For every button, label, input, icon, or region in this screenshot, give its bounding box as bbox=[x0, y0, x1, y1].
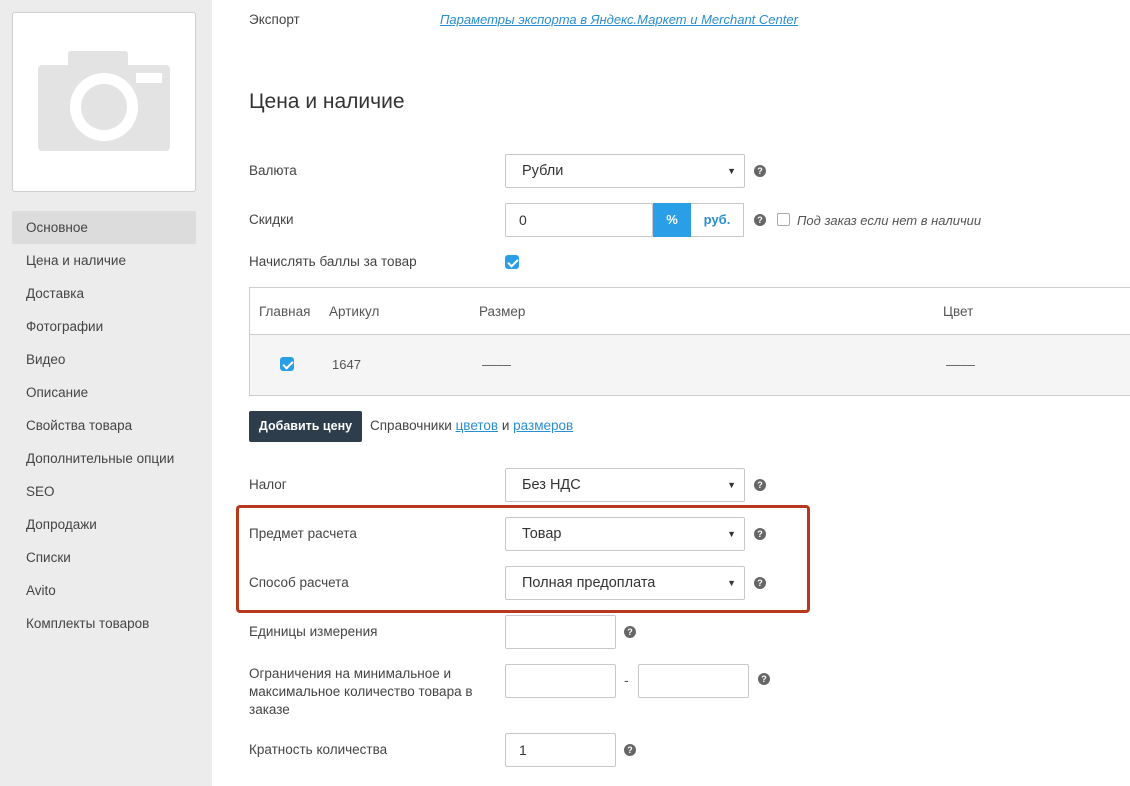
price-table: Главная Артикул Размер Цвет 1647 –––– ––… bbox=[249, 287, 1130, 396]
limits-label-line: максимальное количество товара в bbox=[249, 684, 473, 699]
references-text: Справочники цветов и размеров bbox=[370, 418, 573, 433]
sidebar-item-lists[interactable]: Списки bbox=[12, 541, 196, 574]
sidebar-item-properties[interactable]: Свойства товара bbox=[12, 409, 196, 442]
min-quantity-input[interactable] bbox=[505, 664, 616, 698]
sidebar: Основное Цена и наличие Доставка Фотогра… bbox=[0, 0, 212, 786]
discounts-label: Скидки bbox=[249, 212, 294, 227]
sidebar-item-avito[interactable]: Avito bbox=[12, 574, 196, 607]
product-photo-placeholder[interactable] bbox=[12, 12, 196, 192]
column-header-color: Цвет bbox=[943, 304, 974, 319]
subject-label: Предмет расчета bbox=[249, 526, 357, 541]
main-content: Экспорт Параметры экспорта в Яндекс.Марк… bbox=[212, 0, 1130, 786]
subject-select[interactable]: Товар ▼ bbox=[505, 517, 745, 551]
method-label: Способ расчета bbox=[249, 575, 349, 590]
table-row: 1647 –––– –––– bbox=[250, 335, 1130, 395]
points-label: Начислять баллы за товар bbox=[249, 254, 417, 269]
sidebar-item-price[interactable]: Цена и наличие bbox=[12, 244, 196, 277]
method-value: Полная предоплата bbox=[522, 575, 656, 591]
tax-label: Налог bbox=[249, 477, 287, 492]
chevron-down-icon: ▼ bbox=[727, 529, 736, 539]
multiplicity-input[interactable]: 1 bbox=[505, 733, 616, 767]
discount-input[interactable]: 0 bbox=[505, 203, 653, 237]
help-icon[interactable]: ? bbox=[754, 165, 766, 177]
sidebar-item-video[interactable]: Видео bbox=[12, 343, 196, 376]
export-label: Экспорт bbox=[249, 12, 300, 27]
tax-value: Без НДС bbox=[522, 477, 581, 493]
add-price-button[interactable]: Добавить цену bbox=[249, 411, 362, 442]
row-article: 1647 bbox=[332, 357, 361, 372]
references-label: Справочники bbox=[370, 418, 452, 433]
camera-icon bbox=[38, 51, 170, 151]
row-color: –––– bbox=[946, 357, 975, 372]
main-row-checkbox[interactable] bbox=[280, 357, 294, 371]
sidebar-item-photos[interactable]: Фотографии bbox=[12, 310, 196, 343]
sidebar-item-bundles[interactable]: Комплекты товаров bbox=[12, 607, 196, 640]
currency-select[interactable]: Рубли ▼ bbox=[505, 154, 745, 188]
export-settings-link[interactable]: Параметры экспорта в Яндекс.Маркет и Mer… bbox=[440, 12, 798, 27]
chevron-down-icon: ▼ bbox=[727, 166, 736, 176]
sidebar-item-main[interactable]: Основное bbox=[12, 211, 196, 244]
range-separator: - bbox=[624, 672, 629, 688]
units-label: Единицы измерения bbox=[249, 624, 378, 639]
points-checkbox[interactable] bbox=[505, 255, 519, 269]
row-size: –––– bbox=[482, 357, 511, 372]
chevron-down-icon: ▼ bbox=[727, 578, 736, 588]
sidebar-item-options[interactable]: Дополнительные опции bbox=[12, 442, 196, 475]
sidebar-item-description[interactable]: Описание bbox=[12, 376, 196, 409]
help-icon[interactable]: ? bbox=[758, 673, 770, 685]
sidebar-nav: Основное Цена и наличие Доставка Фотогра… bbox=[12, 211, 196, 640]
help-icon[interactable]: ? bbox=[754, 577, 766, 589]
method-select[interactable]: Полная предоплата ▼ bbox=[505, 566, 745, 600]
limits-label-line: Ограничения на минимальное и bbox=[249, 666, 452, 681]
currency-label: Валюта bbox=[249, 163, 297, 178]
sidebar-item-delivery[interactable]: Доставка bbox=[12, 277, 196, 310]
help-icon[interactable]: ? bbox=[624, 744, 636, 756]
limits-label: Ограничения на минимальное и максимально… bbox=[249, 665, 473, 719]
table-header: Главная Артикул Размер Цвет bbox=[250, 288, 1130, 335]
column-header-main: Главная bbox=[259, 304, 311, 319]
limits-label-line: заказе bbox=[249, 702, 290, 717]
chevron-down-icon: ▼ bbox=[727, 480, 736, 490]
column-header-size: Размер bbox=[479, 304, 526, 319]
and-text: и bbox=[501, 418, 510, 433]
sidebar-item-seo[interactable]: SEO bbox=[12, 475, 196, 508]
section-title: Цена и наличие bbox=[249, 90, 405, 113]
preorder-label: Под заказ если нет в наличии bbox=[797, 213, 982, 228]
units-input[interactable] bbox=[505, 615, 616, 649]
column-header-article: Артикул bbox=[329, 304, 380, 319]
sizes-link[interactable]: размеров bbox=[513, 418, 573, 433]
preorder-checkbox[interactable] bbox=[777, 213, 790, 226]
currency-value: Рубли bbox=[522, 163, 564, 179]
discount-rub-toggle[interactable]: руб. bbox=[691, 203, 744, 237]
help-icon[interactable]: ? bbox=[754, 214, 766, 226]
colors-link[interactable]: цветов bbox=[456, 418, 499, 433]
help-icon[interactable]: ? bbox=[754, 528, 766, 540]
help-icon[interactable]: ? bbox=[754, 479, 766, 491]
tax-select[interactable]: Без НДС ▼ bbox=[505, 468, 745, 502]
multiplicity-label: Кратность количества bbox=[249, 742, 388, 757]
subject-value: Товар bbox=[522, 526, 562, 542]
discount-percent-toggle[interactable]: % bbox=[653, 203, 691, 237]
sidebar-item-upsells[interactable]: Допродажи bbox=[12, 508, 196, 541]
max-quantity-input[interactable] bbox=[638, 664, 749, 698]
help-icon[interactable]: ? bbox=[624, 626, 636, 638]
